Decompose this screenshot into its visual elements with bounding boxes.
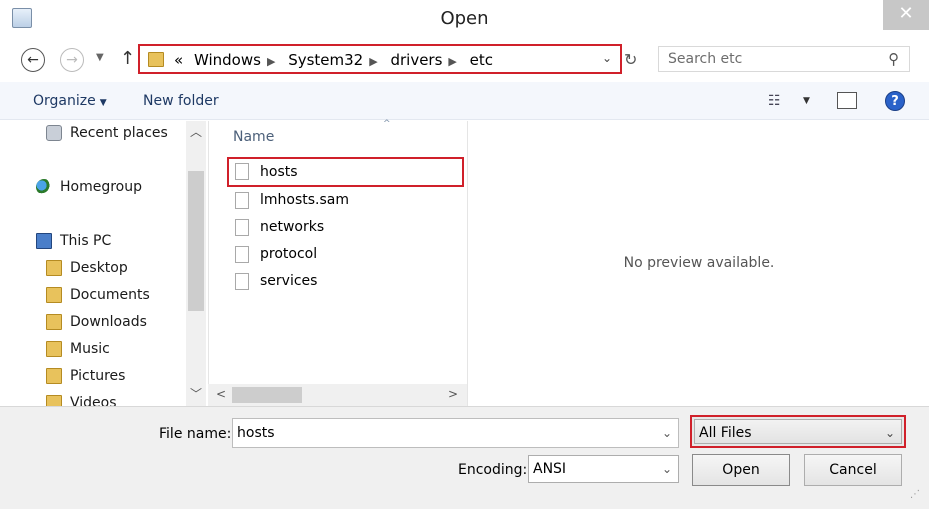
- new-folder-button[interactable]: New folder: [143, 93, 219, 109]
- preview-pane: No preview available.: [467, 121, 929, 406]
- folder-icon: [46, 395, 62, 406]
- address-bar[interactable]: « Windows ▶ System32 ▶ drivers ▶ etc ⌄: [138, 44, 622, 74]
- navigation-bar: ← → ▼ ↑ « Windows ▶ System32 ▶ drivers ▶ et…: [0, 36, 929, 82]
- file-type-value: All Files: [699, 425, 752, 441]
- file-name-field[interactable]: hosts ⌄: [232, 418, 679, 448]
- organize-button[interactable]: Organize ▼: [33, 93, 107, 109]
- folder-icon: [46, 260, 62, 276]
- sidebar-item-label: Downloads: [70, 314, 147, 330]
- sidebar-item-label: Homegroup: [60, 179, 143, 195]
- navigation-pane-scrollbar[interactable]: ︿ ﹀: [186, 121, 206, 406]
- column-header-name[interactable]: Name: [233, 129, 274, 145]
- file-list: Name ^ hosts lmhosts.sam networks protoc…: [208, 119, 467, 406]
- encoding-label: Encoding:: [458, 462, 528, 478]
- file-icon: [235, 163, 249, 180]
- chevron-right-icon[interactable]: >: [448, 387, 458, 401]
- folder-icon: [46, 287, 62, 303]
- file-name: services: [260, 273, 318, 289]
- file-icon: [235, 273, 249, 290]
- breadcrumb-etc[interactable]: etc: [470, 51, 493, 69]
- preview-pane-toggle-icon[interactable]: [837, 92, 857, 109]
- folder-icon: [46, 341, 62, 357]
- dialog-footer: File name: hosts ⌄ All Files ⌄ Encoding:…: [0, 406, 929, 509]
- file-row-selected[interactable]: hosts: [227, 157, 464, 187]
- file-name: protocol: [260, 246, 318, 262]
- computer-icon: [36, 233, 52, 249]
- homegroup-icon: [36, 179, 52, 195]
- file-name: lmhosts.sam: [260, 192, 350, 208]
- change-view-icon[interactable]: ☷: [768, 93, 781, 109]
- file-name: hosts: [260, 164, 298, 180]
- file-name: networks: [260, 219, 325, 235]
- sort-ascending-icon: ^: [383, 119, 391, 129]
- chevron-down-icon: ▼: [99, 98, 107, 108]
- sidebar-item-label: Desktop: [70, 260, 128, 276]
- sidebar-item-label: Music: [70, 341, 110, 357]
- sidebar-item-label: Pictures: [70, 368, 126, 384]
- file-icon: [235, 219, 249, 236]
- recent-locations-dropdown-icon[interactable]: ▼: [96, 52, 104, 63]
- sidebar-item-label: Recent places: [70, 125, 168, 141]
- folder-icon: [148, 52, 164, 67]
- forward-arrow-icon[interactable]: →: [60, 48, 84, 72]
- breadcrumb-drivers[interactable]: drivers: [390, 51, 442, 69]
- file-type-select[interactable]: All Files ⌄: [694, 419, 902, 444]
- folder-icon: [46, 368, 62, 384]
- breadcrumb-overflow[interactable]: «: [174, 51, 183, 69]
- file-name-value: hosts: [237, 425, 275, 441]
- dialog-title: Open: [440, 8, 489, 29]
- chevron-down-icon[interactable]: ⌄: [662, 426, 672, 440]
- recent-places-icon: [46, 125, 62, 141]
- breadcrumb: « Windows ▶ System32 ▶ drivers ▶ etc: [174, 51, 499, 69]
- cancel-button[interactable]: Cancel: [804, 454, 902, 486]
- chevron-down-icon[interactable]: ⌄: [885, 426, 895, 440]
- chevron-down-icon[interactable]: ⌄: [662, 462, 672, 476]
- refresh-icon[interactable]: ↻: [624, 50, 637, 69]
- resize-grip-icon[interactable]: ⋰: [910, 489, 920, 500]
- file-icon: [235, 192, 249, 209]
- back-arrow-icon[interactable]: ←: [21, 48, 45, 72]
- open-button[interactable]: Open: [692, 454, 790, 486]
- encoding-value: ANSI: [533, 461, 567, 477]
- file-list-horizontal-scrollbar[interactable]: < >: [208, 384, 467, 406]
- search-placeholder: Search etc: [668, 51, 743, 67]
- encoding-select[interactable]: ANSI ⌄: [528, 455, 679, 483]
- folder-icon: [46, 314, 62, 330]
- chevron-left-icon[interactable]: <: [216, 387, 226, 401]
- sidebar-item-label: This PC: [60, 233, 112, 249]
- file-icon: [235, 246, 249, 263]
- chevron-down-icon[interactable]: ⌄: [602, 51, 612, 65]
- up-arrow-icon[interactable]: ↑: [120, 48, 135, 69]
- chevron-right-icon[interactable]: ▶: [369, 55, 377, 68]
- title-bar: Open ✕: [0, 0, 929, 36]
- breadcrumb-windows[interactable]: Windows: [194, 51, 261, 69]
- chevron-down-icon[interactable]: ﹀: [190, 385, 202, 402]
- sidebar-item-label: Documents: [70, 287, 150, 303]
- view-options-dropdown-icon[interactable]: ▼: [803, 96, 810, 106]
- organize-label: Organize: [33, 93, 96, 109]
- chevron-up-icon[interactable]: ︿: [190, 123, 202, 140]
- chevron-right-icon[interactable]: ▶: [448, 55, 456, 68]
- search-icon[interactable]: ⚲: [888, 50, 899, 68]
- help-icon[interactable]: ?: [885, 91, 905, 111]
- breadcrumb-system32[interactable]: System32: [288, 51, 363, 69]
- scrollbar-thumb[interactable]: [188, 171, 204, 311]
- close-button[interactable]: ✕: [883, 0, 929, 30]
- chevron-right-icon[interactable]: ▶: [267, 55, 275, 68]
- file-name-label: File name:: [159, 426, 232, 442]
- navigation-pane: Recent places Homegroup This PC Desktop …: [0, 121, 208, 406]
- scrollbar-thumb[interactable]: [232, 387, 302, 403]
- file-type-filter-highlight: All Files ⌄: [690, 415, 906, 448]
- sidebar-item-label: Videos: [70, 395, 117, 406]
- search-input[interactable]: Search etc ⚲: [658, 46, 910, 72]
- no-preview-message: No preview available.: [623, 255, 775, 271]
- command-toolbar: Organize ▼ New folder ☷ ▼ ?: [0, 82, 929, 120]
